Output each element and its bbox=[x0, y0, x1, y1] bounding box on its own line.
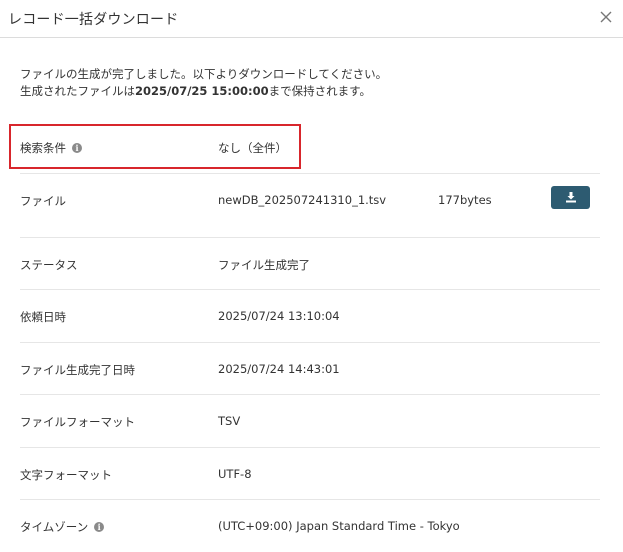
download-button[interactable] bbox=[551, 186, 590, 209]
info-icon[interactable]: i bbox=[94, 522, 105, 532]
divider bbox=[20, 289, 600, 290]
file-format-value: TSV bbox=[218, 414, 241, 428]
info-icon[interactable]: i bbox=[72, 143, 82, 153]
completion-message: ファイルの生成が完了しました。以下よりダウンロードしてください。 生成されたファ… bbox=[20, 66, 387, 100]
file-label: ファイル bbox=[20, 194, 66, 208]
generated-date-label: ファイル生成完了日時 bbox=[20, 363, 135, 377]
generated-date-value: 2025/07/24 14:43:01 bbox=[218, 362, 340, 376]
timezone-label: タイムゾーン bbox=[20, 520, 89, 534]
request-date-label: 依頼日時 bbox=[20, 310, 66, 324]
file-format-label: ファイルフォーマット bbox=[20, 415, 135, 429]
timezone-label-wrap: タイムゾーン i bbox=[20, 519, 105, 535]
divider bbox=[20, 173, 600, 174]
charset-label: 文字フォーマット bbox=[20, 468, 112, 482]
message-line-2-suffix: まで保持されます。 bbox=[268, 84, 371, 98]
status-value: ファイル生成完了 bbox=[218, 258, 310, 272]
message-line-2-prefix: 生成されたファイルは bbox=[20, 84, 135, 98]
message-line-2: 生成されたファイルは2025/07/25 15:00:00まで保持されます。 bbox=[20, 83, 387, 100]
divider bbox=[20, 237, 600, 238]
search-condition-label-wrap: 検索条件 i bbox=[20, 140, 82, 156]
file-size: 177bytes bbox=[438, 193, 492, 207]
search-condition-label: 検索条件 bbox=[20, 141, 66, 155]
timezone-value: (UTC+09:00) Japan Standard Time - Tokyo bbox=[218, 519, 460, 533]
divider bbox=[20, 394, 600, 395]
status-label: ステータス bbox=[20, 258, 78, 272]
file-name: newDB_202507241310_1.tsv bbox=[218, 193, 387, 207]
charset-value: UTF-8 bbox=[218, 467, 252, 481]
close-icon[interactable] bbox=[599, 10, 613, 24]
retention-date: 2025/07/25 15:00:00 bbox=[135, 84, 269, 98]
divider bbox=[20, 342, 600, 343]
dialog-title: レコード一括ダウンロード bbox=[8, 12, 179, 28]
dialog-header: レコード一括ダウンロード bbox=[0, 0, 623, 38]
request-date-value: 2025/07/24 13:10:04 bbox=[218, 309, 340, 323]
search-condition-value: なし（全件） bbox=[218, 141, 287, 155]
download-icon bbox=[565, 192, 576, 203]
divider bbox=[20, 447, 600, 448]
message-line-1: ファイルの生成が完了しました。以下よりダウンロードしてください。 bbox=[20, 67, 388, 81]
divider bbox=[20, 499, 600, 500]
